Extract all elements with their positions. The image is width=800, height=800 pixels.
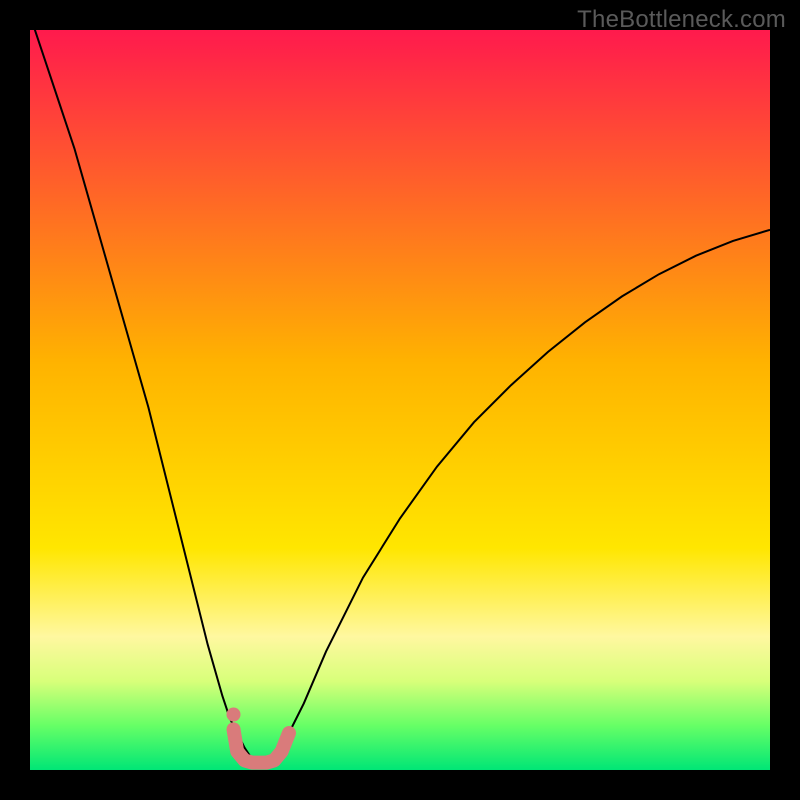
marker-left-dot (227, 708, 241, 722)
plot-background (30, 30, 770, 770)
watermark-text: TheBottleneck.com (577, 6, 786, 34)
chart-frame: TheBottleneck.com (0, 0, 800, 800)
bottleneck-chart (30, 30, 770, 770)
